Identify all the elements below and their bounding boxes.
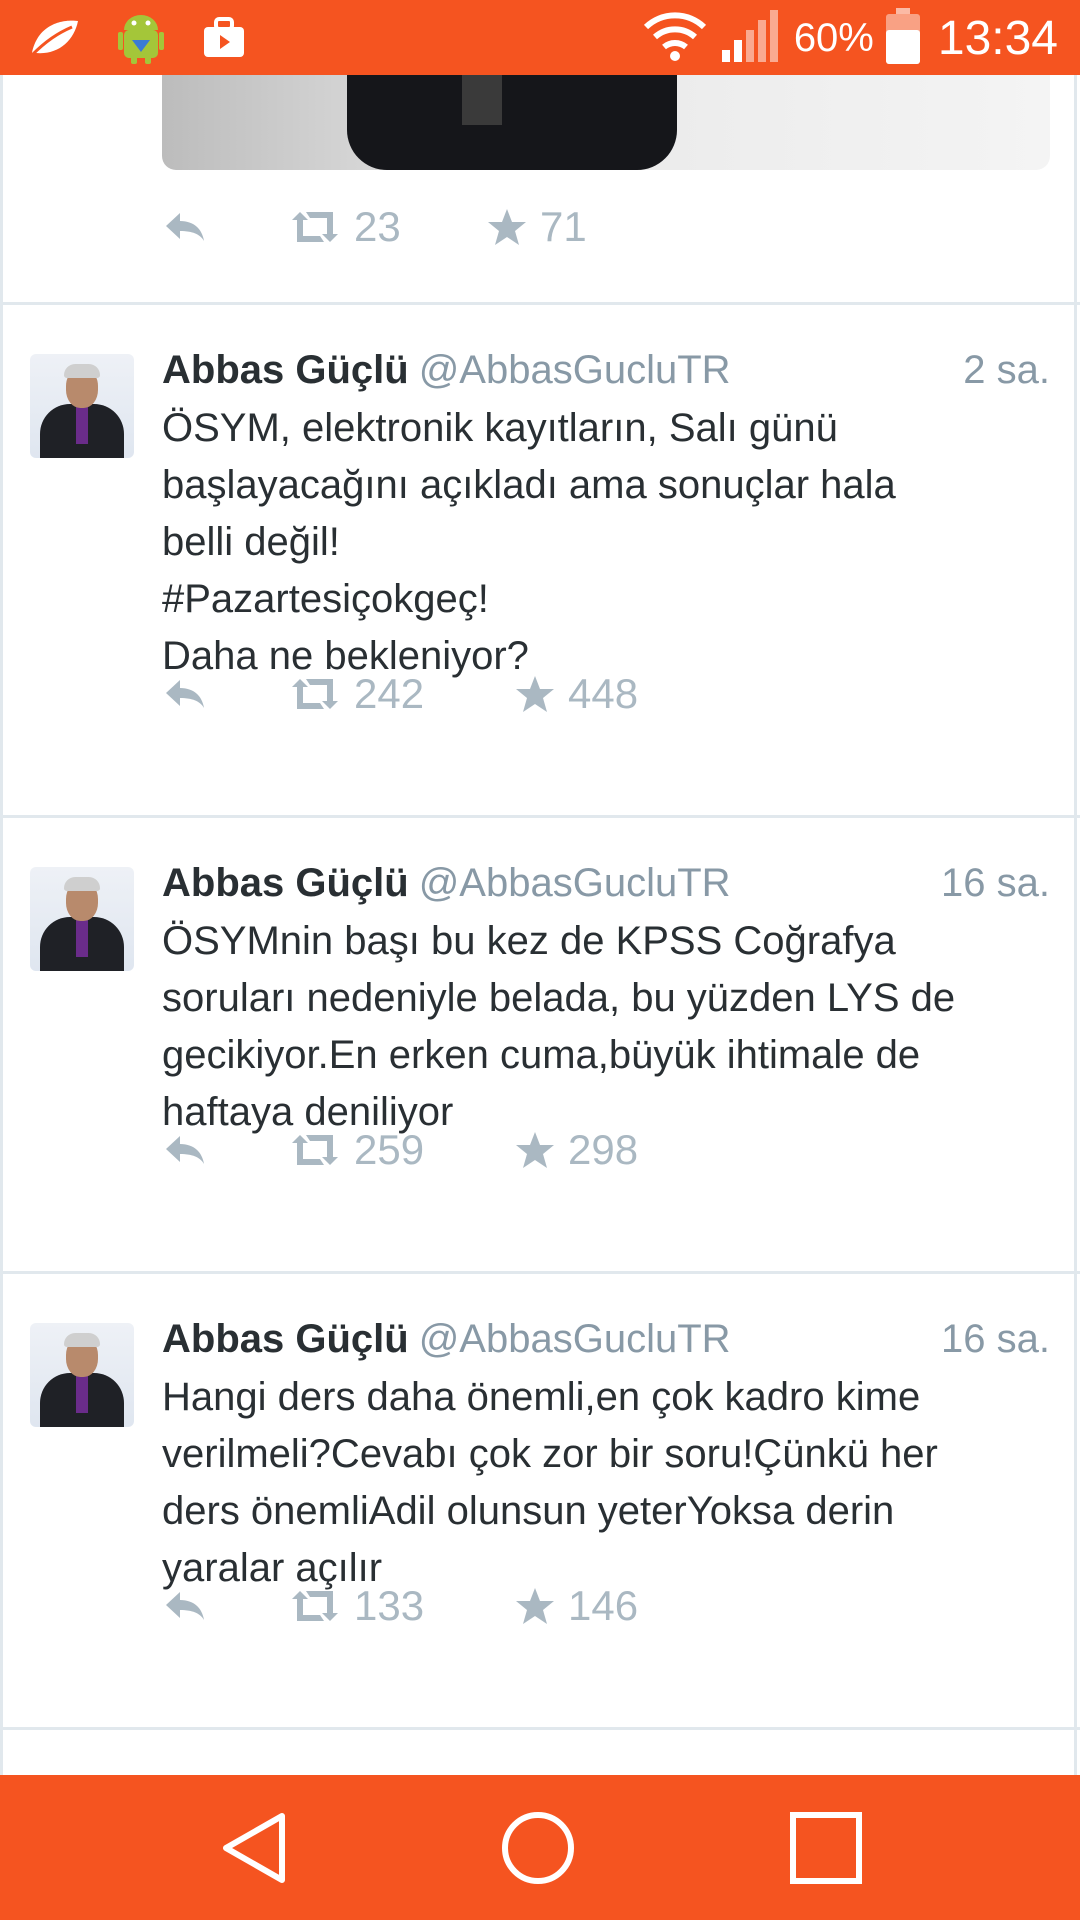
android-debug-icon	[116, 10, 166, 71]
favorite-button[interactable]: 71	[486, 203, 587, 251]
tweet-time: 16 sa.	[941, 1317, 1050, 1361]
avatar[interactable]	[30, 354, 134, 458]
wifi-icon	[642, 9, 708, 68]
tweet-text: ÖSYM, elektronik kayıtların, Salı günü b…	[162, 406, 896, 678]
favorite-button[interactable]: 146	[514, 1582, 638, 1630]
favorite-button[interactable]: 448	[514, 670, 638, 718]
timeline-feed[interactable]: 23 71 Abbas Güçlü @AbbasGucluTR 2 sa. ÖSY…	[0, 75, 1080, 1775]
avatar[interactable]	[30, 1323, 134, 1427]
author-name[interactable]: Abbas Güçlü	[162, 348, 409, 392]
author-name[interactable]: Abbas Güçlü	[162, 861, 409, 905]
tweet-card[interactable]: Abbas Güçlü @AbbasGucluTR 2 sa. ÖSYM, ele…	[0, 305, 1080, 818]
tweet-header: Abbas Güçlü @AbbasGucluTR 16 sa.	[162, 861, 1050, 911]
navigation-bar	[0, 1775, 1080, 1920]
favorite-count: 448	[568, 670, 639, 717]
tweet-actions: 242 448	[162, 670, 638, 718]
reply-button[interactable]	[162, 1132, 288, 1168]
signal-icon	[720, 8, 782, 69]
battery-icon	[885, 8, 920, 69]
tweet-text: ÖSYMnin başı bu kez de KPSS Coğrafya sor…	[162, 919, 956, 1134]
tweet-actions: 259 298	[162, 1126, 638, 1174]
battery-percent: 60%	[793, 16, 874, 60]
tweet-text: Hangi ders daha önemli,en çok kadro kime…	[162, 1375, 938, 1590]
author-name[interactable]: Abbas Güçlü	[162, 1317, 409, 1361]
favorite-count: 71	[540, 203, 587, 250]
status-bar: 60% 13:34	[0, 0, 1080, 75]
tweet-card[interactable]: Abbas Güçlü @AbbasGucluTR 16 sa. Hangi de…	[0, 1274, 1080, 1730]
favorite-count: 146	[568, 1582, 639, 1629]
tweet-card[interactable]: Abbas Güçlü @AbbasGucluTR 16 sa. ÖSYMnin …	[0, 818, 1080, 1274]
favorite-button[interactable]: 298	[514, 1126, 638, 1174]
tweet-actions: 23 71	[162, 203, 587, 251]
reply-button[interactable]	[162, 1588, 288, 1624]
tweet-header: Abbas Güçlü @AbbasGucluTR 16 sa.	[162, 1317, 1050, 1367]
briefcase-notification-icon	[200, 15, 248, 66]
leaf-notification-icon	[28, 15, 82, 66]
home-icon[interactable]	[500, 1810, 576, 1891]
tweet-time: 16 sa.	[941, 861, 1050, 905]
tweet-media-image[interactable]	[162, 75, 1050, 170]
retweet-count: 259	[354, 1126, 425, 1173]
retweet-button[interactable]: 23	[288, 203, 486, 251]
clock: 13:34	[937, 12, 1058, 65]
retweet-count: 133	[354, 1582, 425, 1629]
author-handle[interactable]: @AbbasGucluTR	[419, 348, 731, 392]
avatar[interactable]	[30, 867, 134, 971]
recent-apps-icon[interactable]	[788, 1810, 864, 1891]
tweet-actions: 133 146	[162, 1582, 638, 1630]
tweet-card[interactable]: 23 71	[0, 75, 1080, 305]
retweet-button[interactable]: 133	[288, 1582, 514, 1630]
reply-button[interactable]	[162, 676, 288, 712]
tweet-header: Abbas Güçlü @AbbasGucluTR 2 sa.	[162, 348, 1050, 398]
author-handle[interactable]: @AbbasGucluTR	[419, 861, 731, 905]
retweet-button[interactable]: 242	[288, 670, 514, 718]
back-icon[interactable]	[220, 1810, 290, 1891]
retweet-button[interactable]: 259	[288, 1126, 514, 1174]
author-handle[interactable]: @AbbasGucluTR	[419, 1317, 731, 1361]
tweet-time: 2 sa.	[963, 348, 1050, 392]
retweet-count: 23	[354, 203, 401, 250]
reply-button[interactable]	[162, 209, 288, 245]
favorite-count: 298	[568, 1126, 639, 1173]
retweet-count: 242	[354, 670, 425, 717]
